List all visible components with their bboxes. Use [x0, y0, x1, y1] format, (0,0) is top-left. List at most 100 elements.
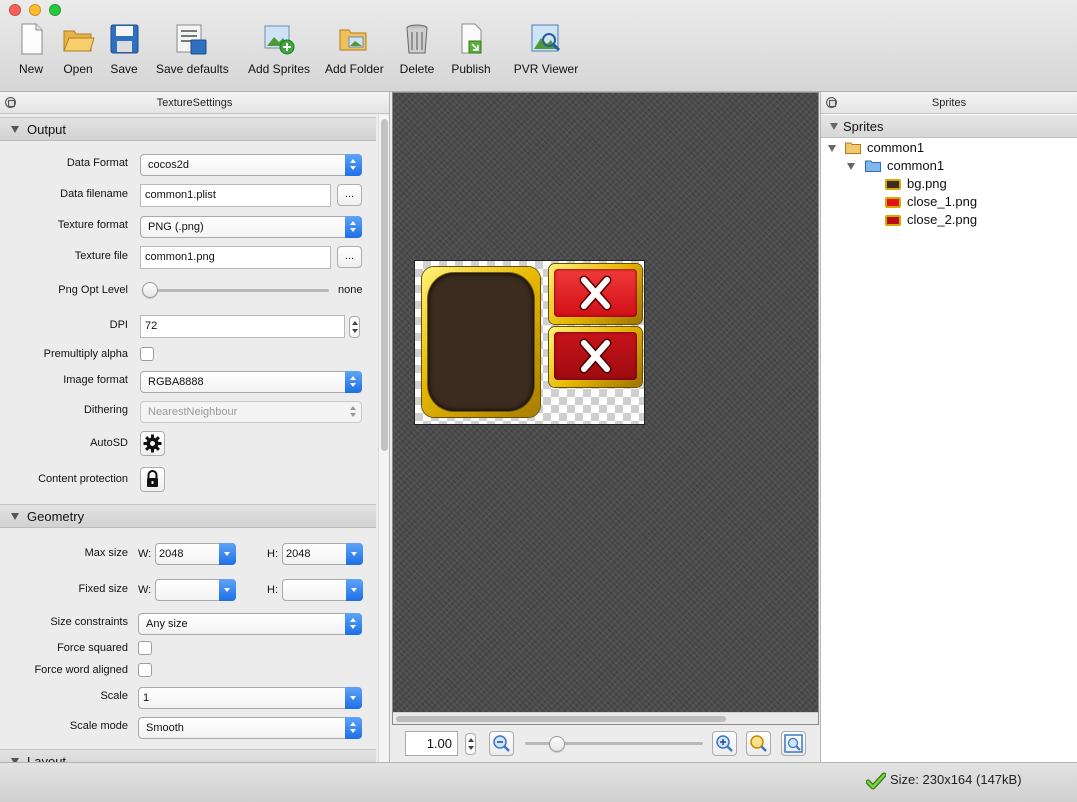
texture-size-status: Size: 230x164 (147kB)	[890, 772, 1022, 787]
texture-settings-scrollbar[interactable]	[378, 115, 389, 762]
toolbar: New Open Save Save defaults Add Sprites …	[0, 0, 1077, 92]
zoom-stepper[interactable]	[465, 733, 476, 755]
scale-mode-select[interactable]: Smooth	[138, 717, 362, 739]
autosd-button[interactable]	[140, 431, 165, 456]
texture-file-field[interactable]: common1.png	[140, 246, 331, 269]
open-button[interactable]: Open	[58, 22, 98, 82]
force-squared-label: Force squared	[57, 642, 128, 654]
png-opt-level-slider-knob[interactable]	[142, 282, 158, 298]
image-format-select[interactable]: RGBA8888	[140, 371, 362, 393]
save-button[interactable]: Save	[104, 22, 144, 82]
content-protection-button[interactable]	[140, 467, 165, 492]
tree-item-bg-png[interactable]: bg.png	[821, 175, 1077, 193]
lock-icon	[147, 470, 158, 487]
status-bar: Size: 230x164 (147kB)	[0, 762, 1077, 802]
zoom-actual-size-button[interactable]	[781, 731, 806, 756]
dpi-stepper[interactable]	[349, 316, 360, 338]
chevron-down-icon	[346, 579, 363, 601]
sprites-tree-header[interactable]: Sprites	[821, 115, 1077, 138]
save-defaults-button[interactable]: Save defaults	[156, 22, 229, 82]
sprite-close-1[interactable]	[549, 264, 642, 324]
zoom-fit-button[interactable]	[746, 731, 771, 756]
fixed-size-w-label: W:	[138, 584, 152, 596]
chevron-updown-icon	[345, 717, 362, 739]
zoom-actual-size-icon	[784, 734, 803, 753]
texture-file-label: Texture file	[74, 250, 128, 262]
force-word-aligned-checkbox[interactable]	[138, 663, 152, 677]
texture-settings-panel: TextureSettings Output Data Format cocos…	[0, 92, 390, 762]
fixed-size-height-select[interactable]	[282, 579, 363, 601]
add-folder-button[interactable]: Add Folder	[325, 22, 384, 82]
sprite-close-2[interactable]	[549, 327, 642, 387]
data-filename-field[interactable]: common1.plist	[140, 184, 331, 207]
png-opt-level-slider-track[interactable]	[142, 289, 329, 292]
zoom-input[interactable]: 1.00	[405, 731, 458, 756]
pvr-viewer-button[interactable]: PVR Viewer	[512, 22, 580, 82]
scale-select[interactable]: 1	[138, 687, 362, 709]
sprite-bg[interactable]	[422, 267, 540, 417]
data-filename-browse-button[interactable]: ...	[337, 184, 362, 206]
data-filename-label: Data filename	[60, 188, 128, 200]
disclosure-triangle-icon[interactable]	[828, 145, 836, 152]
scale-mode-value: Smooth	[146, 722, 184, 734]
fixed-size-h-label: H:	[267, 584, 278, 596]
sprite-close-2-face	[554, 332, 637, 380]
scale-mode-label: Scale mode	[69, 720, 128, 732]
zoom-out-button[interactable]	[489, 731, 514, 756]
delete-button[interactable]: Delete	[397, 22, 437, 82]
tree-item-common1-folder[interactable]: common1	[821, 157, 1077, 175]
size-constraints-select[interactable]: Any size	[138, 613, 362, 635]
geometry-section-header[interactable]: Geometry	[0, 504, 376, 528]
window-close-button[interactable]	[9, 4, 21, 16]
premultiply-alpha-label: Premultiply alpha	[43, 348, 128, 360]
zoom-slider-knob[interactable]	[549, 736, 566, 752]
pvr-viewer-button-label: PVR Viewer	[513, 62, 579, 76]
canvas-horizontal-scrollbar[interactable]	[393, 712, 818, 724]
texture-format-select[interactable]: PNG (.png)	[140, 216, 362, 238]
folder-icon	[865, 160, 881, 172]
tree-item-common1-root[interactable]: common1	[821, 139, 1077, 157]
premultiply-alpha-checkbox[interactable]	[140, 347, 154, 361]
texture-settings-titlebar: TextureSettings	[0, 92, 389, 114]
texture-format-label: Texture format	[57, 219, 128, 231]
add-sprites-icon	[264, 25, 295, 55]
scale-label: Scale	[100, 690, 128, 702]
window-minimize-button[interactable]	[29, 4, 41, 16]
disclosure-triangle-icon[interactable]	[847, 163, 855, 170]
zoom-out-icon	[493, 735, 510, 752]
data-format-select[interactable]: cocos2d	[140, 154, 362, 176]
layout-section-header[interactable]: Layout	[0, 749, 376, 762]
window-zoom-button[interactable]	[49, 4, 61, 16]
new-button[interactable]: New	[11, 22, 51, 82]
max-size-width-select[interactable]: 2048	[155, 543, 236, 565]
scrollbar-thumb[interactable]	[381, 119, 388, 451]
undock-icon[interactable]	[826, 97, 837, 108]
force-squared-checkbox[interactable]	[138, 641, 152, 655]
add-sprites-button[interactable]: Add Sprites	[248, 22, 310, 82]
scrollbar-thumb[interactable]	[396, 716, 726, 722]
texture-file-browse-button[interactable]: ...	[337, 246, 362, 268]
output-section-header[interactable]: Output	[0, 117, 376, 141]
chevron-updown-icon	[345, 613, 362, 635]
sprite-close-1-face	[554, 269, 637, 317]
close-icon	[579, 275, 612, 311]
folder-icon	[845, 142, 861, 154]
publish-button[interactable]: Publish	[450, 22, 492, 82]
tree-item-close-2-png[interactable]: close_2.png	[821, 211, 1077, 229]
tree-item-close-1-png[interactable]: close_1.png	[821, 193, 1077, 211]
add-folder-icon	[339, 29, 367, 51]
content-protection-label: Content protection	[38, 473, 128, 485]
sprite-sheet-canvas[interactable]	[392, 92, 819, 725]
max-size-height-select[interactable]: 2048	[282, 543, 363, 565]
texture-atlas-preview[interactable]	[414, 260, 645, 425]
zoom-in-button[interactable]	[712, 731, 737, 756]
size-constraints-value: Any size	[146, 618, 188, 630]
undock-icon[interactable]	[5, 97, 16, 108]
fixed-size-width-select[interactable]	[155, 579, 236, 601]
publish-button-label: Publish	[451, 62, 491, 76]
close-icon	[579, 338, 612, 374]
chevron-updown-icon	[345, 154, 362, 176]
max-size-h-label: H:	[267, 548, 278, 560]
dpi-field[interactable]: 72	[140, 315, 345, 338]
sprites-tree-header-label: Sprites	[843, 119, 884, 134]
